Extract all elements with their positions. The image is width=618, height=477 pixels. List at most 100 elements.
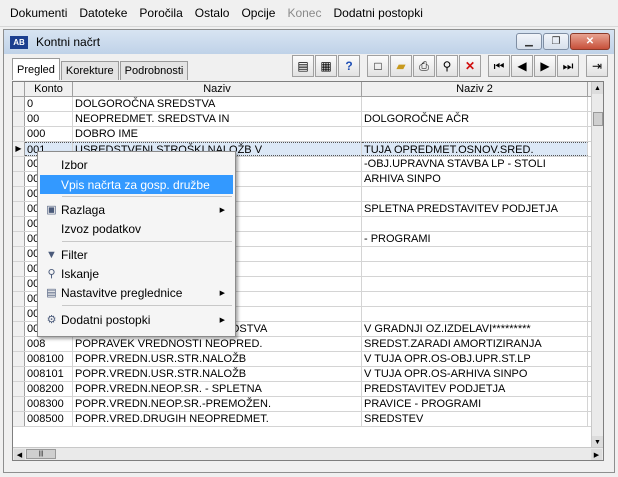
- table-row[interactable]: 000 DOBRO IME: [13, 127, 592, 142]
- menu-porocila[interactable]: Poročila: [133, 6, 188, 20]
- scroll-up-icon[interactable]: ▲: [592, 82, 603, 94]
- table-row[interactable]: 008 POPRAVEK VREDNOSTI NEOPRED. SREDST.ZAR…: [13, 337, 592, 352]
- last-record-icon[interactable]: ⏭: [557, 55, 579, 77]
- cell-naziv[interactable]: POPR.VRED.DRUGIH NEOPREDMET.: [73, 412, 362, 426]
- cell-naziv-2[interactable]: [362, 247, 588, 261]
- cell-naziv-2[interactable]: TUJA OPREDMET.OSNOV.SRED.: [362, 142, 588, 156]
- tab-pregled[interactable]: Pregled: [12, 58, 60, 80]
- cell-naziv-2[interactable]: PREDSTAVITEV PODJETJA: [362, 382, 588, 396]
- row-indicator[interactable]: [13, 112, 25, 126]
- table-row[interactable]: 008100 POPR.VREDN.USR.STR.NALOŽB V TUJA OP…: [13, 352, 592, 367]
- row-indicator[interactable]: [13, 382, 25, 396]
- scroll-right-icon[interactable]: ▶: [591, 449, 602, 460]
- current-row-indicator-icon[interactable]: ▶: [13, 142, 25, 156]
- cell-naziv-2[interactable]: [362, 127, 588, 141]
- cell-naziv[interactable]: POPRAVEK VREDNOSTI NEOPRED.: [73, 337, 362, 351]
- table-row[interactable]: 0 DOLGOROČNA SREDSTVA: [13, 97, 592, 112]
- cell-naziv-2[interactable]: SREDST.ZARADI AMORTIZIRANJA: [362, 337, 588, 351]
- row-indicator[interactable]: [13, 157, 25, 171]
- vertical-scrollbar[interactable]: ▲ ▼: [591, 82, 603, 448]
- cell-naziv-2[interactable]: [362, 277, 588, 291]
- menu-opcije[interactable]: Opcije: [235, 6, 281, 20]
- context-item-nastavitve-preglednice[interactable]: ▤ Nastavitve preglednice ▶: [40, 283, 233, 302]
- cell-naziv-2[interactable]: [362, 187, 588, 201]
- row-indicator[interactable]: [13, 232, 25, 246]
- cell-naziv-2[interactable]: [362, 292, 588, 306]
- cell-naziv[interactable]: DOLGOROČNA SREDSTVA: [73, 97, 362, 111]
- cell-konto[interactable]: 008100: [25, 352, 73, 366]
- row-indicator[interactable]: [13, 277, 25, 291]
- help-icon[interactable]: ?: [338, 55, 360, 77]
- menu-datoteke[interactable]: Datoteke: [73, 6, 133, 20]
- minimize-button[interactable]: ▁: [516, 33, 542, 50]
- context-item-vpis-nacrta[interactable]: Vpis načrta za gosp. družbe: [40, 175, 233, 194]
- cell-naziv-2[interactable]: V TUJA OPR.OS-ARHIVA SINPO: [362, 367, 588, 381]
- cell-naziv-2[interactable]: ARHIVA SINPO: [362, 172, 588, 186]
- menu-ostalo[interactable]: Ostalo: [189, 6, 236, 20]
- context-item-filter[interactable]: ▼ Filter: [40, 245, 233, 264]
- restore-button[interactable]: ❐: [543, 33, 569, 50]
- row-indicator[interactable]: [13, 412, 25, 426]
- row-indicator[interactable]: [13, 352, 25, 366]
- header-konto[interactable]: Konto: [25, 82, 73, 96]
- context-item-izvoz-podatkov[interactable]: Izvoz podatkov: [40, 219, 233, 238]
- context-item-iskanje[interactable]: ⚲ Iskanje: [40, 264, 233, 283]
- cell-konto[interactable]: 0: [25, 97, 73, 111]
- cell-konto[interactable]: 008300: [25, 397, 73, 411]
- cell-naziv[interactable]: NEOPREDMET. SREDSTVA IN: [73, 112, 362, 126]
- open-folder-icon[interactable]: ▰: [390, 55, 412, 77]
- horizontal-scroll-thumb[interactable]: |||: [26, 449, 56, 459]
- table-row[interactable]: 00 NEOPREDMET. SREDSTVA IN DOLGOROČNE AČR: [13, 112, 592, 127]
- cell-konto[interactable]: 000: [25, 127, 73, 141]
- row-indicator[interactable]: [13, 217, 25, 231]
- find-icon[interactable]: ⚲: [436, 55, 458, 77]
- cell-naziv-2[interactable]: [362, 307, 588, 321]
- print-preview-icon[interactable]: ▤: [292, 55, 314, 77]
- cell-naziv-2[interactable]: PRAVICE - PROGRAMI: [362, 397, 588, 411]
- cell-naziv[interactable]: POPR.VREDN.USR.STR.NALOŽB: [73, 367, 362, 381]
- cell-konto[interactable]: 008200: [25, 382, 73, 396]
- cell-konto[interactable]: 008101: [25, 367, 73, 381]
- first-record-icon[interactable]: ⏮: [488, 55, 510, 77]
- horizontal-scrollbar[interactable]: ◀ ||| ▶: [13, 447, 603, 460]
- table-row[interactable]: 008500 POPR.VRED.DRUGIH NEOPREDMET. SREDST…: [13, 412, 592, 427]
- context-item-razlaga[interactable]: ▣ Razlaga ▶: [40, 200, 233, 219]
- table-row[interactable]: 008200 POPR.VREDN.NEOP.SR. - SPLETNA PREDS…: [13, 382, 592, 397]
- row-indicator[interactable]: [13, 97, 25, 111]
- tab-podrobnosti[interactable]: Podrobnosti: [119, 61, 189, 80]
- row-indicator[interactable]: [13, 322, 25, 336]
- previous-record-icon[interactable]: ◀: [511, 55, 533, 77]
- cell-naziv-2[interactable]: [362, 262, 588, 276]
- close-button[interactable]: ✕: [570, 33, 610, 50]
- table-row[interactable]: 008101 POPR.VREDN.USR.STR.NALOŽB V TUJA OP…: [13, 367, 592, 382]
- scroll-left-icon[interactable]: ◀: [14, 449, 25, 460]
- row-indicator[interactable]: [13, 202, 25, 216]
- row-indicator[interactable]: [13, 337, 25, 351]
- context-item-dodatni-postopki[interactable]: ⚙ Dodatni postopki ▶: [40, 310, 233, 329]
- context-item-izbor[interactable]: Izbor: [40, 155, 233, 174]
- cell-naziv-2[interactable]: SREDSTEV: [362, 412, 588, 426]
- row-indicator[interactable]: [13, 262, 25, 276]
- cell-konto[interactable]: 008: [25, 337, 73, 351]
- print-icon[interactable]: ⎙: [413, 55, 435, 77]
- export-icon[interactable]: ▦: [315, 55, 337, 77]
- cell-naziv-2[interactable]: - PROGRAMI: [362, 232, 588, 246]
- row-indicator[interactable]: [13, 127, 25, 141]
- cell-naziv[interactable]: POPR.VREDN.NEOP.SR.-PREMOŽEN.: [73, 397, 362, 411]
- menu-dokumenti[interactable]: Dokumenti: [4, 6, 73, 20]
- cell-konto[interactable]: 00: [25, 112, 73, 126]
- exit-icon[interactable]: ⇥: [586, 55, 608, 77]
- cell-naziv-2[interactable]: [362, 97, 588, 111]
- row-indicator[interactable]: [13, 292, 25, 306]
- tab-korekture[interactable]: Korekture: [60, 61, 119, 80]
- table-row[interactable]: 008300 POPR.VREDN.NEOP.SR.-PREMOŽEN. PRAVI…: [13, 397, 592, 412]
- cell-naziv-2[interactable]: DOLGOROČNE AČR: [362, 112, 588, 126]
- header-naziv-2[interactable]: Naziv 2: [362, 82, 588, 96]
- menu-dodatni-postopki[interactable]: Dodatni postopki: [327, 6, 428, 20]
- vertical-scroll-thumb[interactable]: [593, 112, 603, 126]
- cell-naziv-2[interactable]: SPLETNA PREDSTAVITEV PODJETJA: [362, 202, 588, 216]
- row-indicator[interactable]: [13, 397, 25, 411]
- cell-naziv[interactable]: POPR.VREDN.NEOP.SR. - SPLETNA: [73, 382, 362, 396]
- cell-naziv[interactable]: DOBRO IME: [73, 127, 362, 141]
- delete-icon[interactable]: ✕: [459, 55, 481, 77]
